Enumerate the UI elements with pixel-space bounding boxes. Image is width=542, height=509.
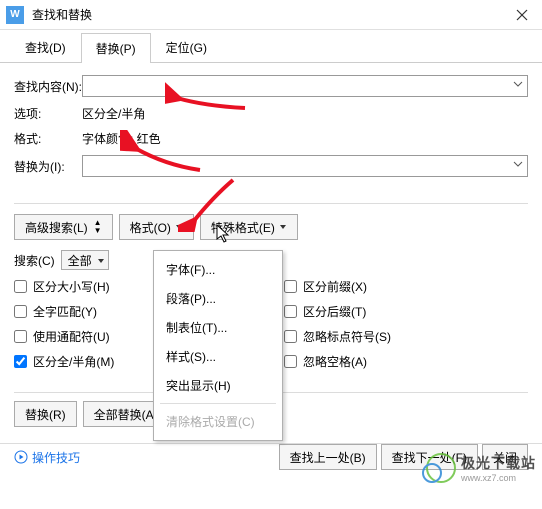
format-label: 格式: (14, 130, 82, 147)
options-value: 区分全/半角 (82, 105, 145, 122)
tab-bar: 查找(D) 替换(P) 定位(G) (0, 30, 542, 63)
sort-icon: ▲▼ (94, 219, 102, 235)
replace-button[interactable]: 替换(R) (14, 401, 77, 427)
check-suffix[interactable]: 区分后缀(T) (284, 303, 391, 320)
replace-with-input[interactable] (82, 155, 528, 177)
close-button[interactable]: 关闭 (482, 444, 528, 470)
check-suffix-label: 区分后缀(T) (303, 303, 366, 320)
menu-tabstop[interactable]: 制表位(T)... (154, 313, 282, 342)
menu-style[interactable]: 样式(S)... (154, 342, 282, 371)
check-prefix[interactable]: 区分前缀(X) (284, 278, 391, 295)
format-dropdown-menu: 字体(F)... 段落(P)... 制表位(T)... 样式(S)... 突出显… (153, 250, 283, 441)
check-ignore-punct[interactable]: 忽略标点符号(S) (284, 328, 391, 345)
window-title: 查找和替换 (32, 6, 502, 23)
replace-with-label: 替换为(I): (14, 158, 82, 175)
check-fullhalf-label: 区分全/半角(M) (33, 353, 114, 370)
check-whole-label: 全字匹配(Y) (33, 303, 97, 320)
format-button-label: 格式(O) (130, 219, 171, 236)
play-circle-icon (14, 450, 28, 464)
search-scope-select[interactable]: 全部 (61, 250, 109, 270)
find-content-label: 查找内容(N): (14, 78, 82, 95)
tab-locate[interactable]: 定位(G) (151, 32, 222, 62)
menu-font[interactable]: 字体(F)... (154, 255, 282, 284)
tab-replace[interactable]: 替换(P) (81, 33, 151, 63)
tab-find[interactable]: 查找(D) (10, 32, 81, 62)
menu-paragraph[interactable]: 段落(P)... (154, 284, 282, 313)
close-icon[interactable] (502, 0, 542, 30)
search-scope-label: 搜索(C) (14, 252, 55, 269)
find-prev-button[interactable]: 查找上一处(B) (279, 444, 377, 470)
check-punct-label: 忽略标点符号(S) (303, 328, 391, 345)
format-value: 字体颜色: 红色 (82, 130, 161, 147)
tips-link[interactable]: 操作技巧 (14, 449, 80, 466)
check-space-label: 忽略空格(A) (303, 353, 367, 370)
chevron-down-icon (513, 78, 523, 92)
special-format-label: 特殊格式(E) (211, 219, 275, 236)
menu-clear-format: 清除格式设置(C) (154, 407, 282, 436)
app-icon: W (6, 6, 24, 24)
menu-highlight[interactable]: 突出显示(H) (154, 371, 282, 400)
find-next-button[interactable]: 查找下一处(F) (381, 444, 478, 470)
chevron-down-icon (175, 220, 183, 234)
advanced-search-button[interactable]: 高级搜索(L) ▲▼ (14, 214, 113, 240)
tips-label: 操作技巧 (32, 449, 80, 466)
options-label: 选项: (14, 105, 82, 122)
advanced-search-label: 高级搜索(L) (25, 219, 88, 236)
chevron-down-icon (513, 158, 523, 172)
check-prefix-label: 区分前缀(X) (303, 278, 367, 295)
format-button[interactable]: 格式(O) (119, 214, 194, 240)
special-format-button[interactable]: 特殊格式(E) (200, 214, 298, 240)
check-case-label: 区分大小写(H) (33, 278, 110, 295)
search-scope-value: 全部 (68, 252, 92, 269)
check-wildcard-label: 使用通配符(U) (33, 328, 110, 345)
chevron-down-icon (279, 220, 287, 234)
chevron-down-icon (97, 254, 105, 268)
check-ignore-space[interactable]: 忽略空格(A) (284, 353, 391, 370)
find-content-input[interactable] (82, 75, 528, 97)
